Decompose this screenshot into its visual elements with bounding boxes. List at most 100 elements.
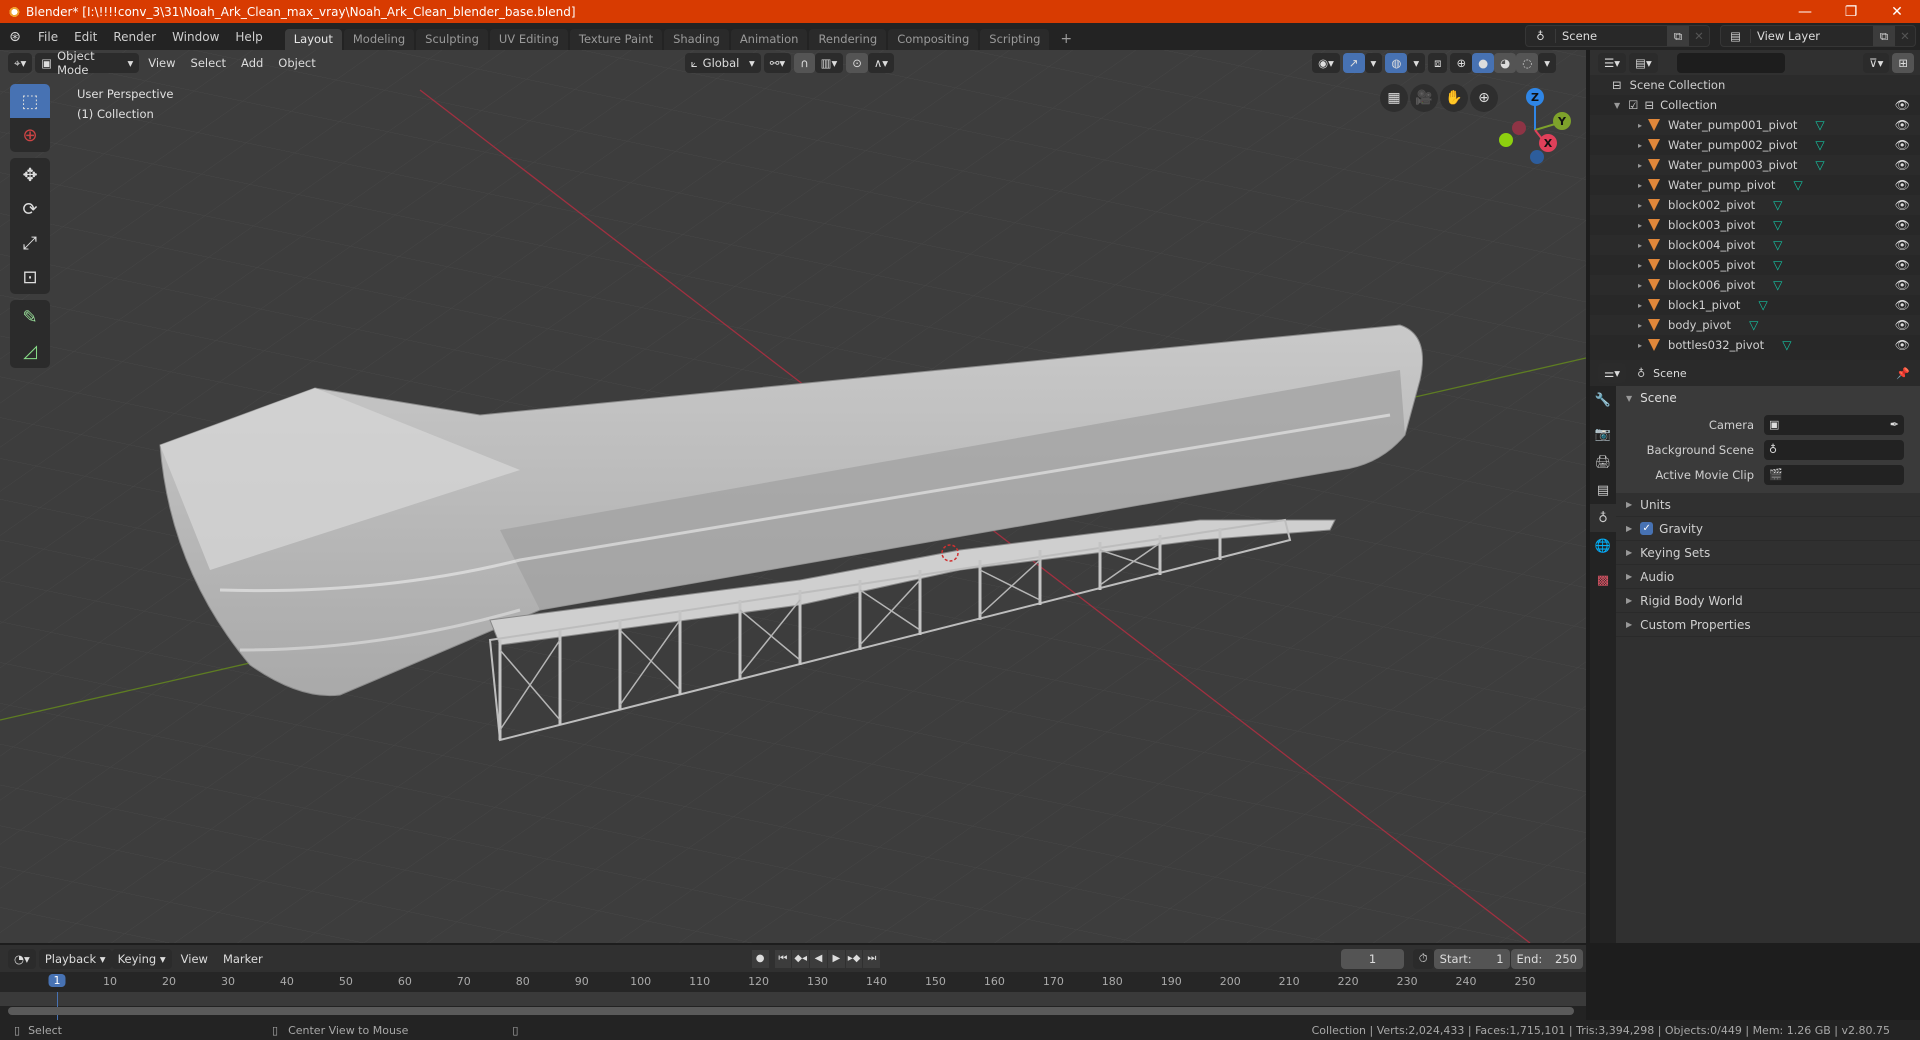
timeline-view-menu[interactable]: View (175, 949, 214, 969)
outliner-item[interactable]: ▸ block002_pivot ▽ 👁 (1590, 195, 1920, 215)
shading-material[interactable]: ◕ (1494, 53, 1517, 73)
overlays-toggle[interactable]: ◍ (1385, 53, 1408, 73)
tool-annotate[interactable]: ✎ (10, 300, 50, 334)
tab-layout[interactable]: Layout (284, 29, 342, 50)
outliner-collection[interactable]: ▼ ☑ ⊟ Collection 👁 (1590, 95, 1920, 115)
visibility-eye-icon[interactable]: 👁 (1895, 98, 1910, 112)
outliner-item[interactable]: ▸ block003_pivot ▽ 👁 (1590, 215, 1920, 235)
mesh-data-icon[interactable]: ▽ (1773, 278, 1782, 292)
close-button[interactable]: ✕ (1874, 0, 1920, 23)
expand-triangle-icon[interactable]: ▸ (1638, 161, 1642, 170)
tab-scene[interactable]: ♁ (1590, 504, 1616, 532)
expand-triangle-icon[interactable]: ▸ (1638, 341, 1642, 350)
mesh-data-icon[interactable]: ▽ (1773, 198, 1782, 212)
expand-triangle-icon[interactable]: ▸ (1638, 281, 1642, 290)
play-button[interactable]: ▶ (827, 949, 845, 968)
gizmo-neg-y-axis[interactable] (1499, 133, 1513, 147)
pan-view-button[interactable]: ✋ (1440, 84, 1468, 112)
toggle-ortho-button[interactable]: ▦ (1380, 84, 1408, 112)
expand-triangle-icon[interactable]: ▸ (1638, 181, 1642, 190)
mesh-data-icon[interactable]: ▽ (1815, 138, 1824, 152)
collection-checkbox[interactable]: ☑ (1628, 98, 1638, 112)
new-scene-icon[interactable]: ⧉ (1667, 26, 1689, 46)
expand-triangle-icon[interactable]: ▸ (1638, 321, 1642, 330)
tab-render[interactable]: 📷 (1590, 420, 1616, 448)
gizmo-neg-z-axis[interactable] (1530, 150, 1544, 164)
scene-name-field[interactable]: Scene (1556, 29, 1667, 43)
mesh-data-icon[interactable]: ▽ (1773, 258, 1782, 272)
delete-scene-icon[interactable]: ✕ (1689, 29, 1709, 43)
visibility-eye-icon[interactable]: 👁 (1895, 158, 1910, 172)
current-frame-marker[interactable]: 1 (48, 974, 66, 987)
properties-editor-type[interactable]: ⚌▾ (1598, 363, 1627, 383)
maximize-button[interactable]: ❐ (1828, 0, 1874, 23)
gizmo-z-axis[interactable]: Z (1526, 88, 1544, 106)
menu-view[interactable]: View (142, 53, 181, 73)
record-button[interactable]: ● (751, 949, 769, 968)
outliner-scene-collection[interactable]: ⊟ Scene Collection (1590, 75, 1920, 95)
expand-triangle-icon[interactable]: ▸ (1638, 201, 1642, 210)
shading-wireframe[interactable]: ⊕ (1450, 53, 1473, 73)
minimize-button[interactable]: — (1782, 0, 1828, 23)
shading-rendered[interactable]: ◌ (1516, 53, 1539, 73)
menu-select[interactable]: Select (185, 53, 232, 73)
visibility-eye-icon[interactable]: 👁 (1895, 338, 1910, 352)
visibility-eye-icon[interactable]: 👁 (1895, 198, 1910, 212)
background-scene-field[interactable]: ♁ (1764, 439, 1904, 460)
shading-dropdown[interactable]: ▾ (1538, 53, 1557, 73)
custom-properties-panel[interactable]: ▶ Custom Properties (1616, 613, 1920, 637)
tab-rendering[interactable]: Rendering (809, 29, 887, 50)
delete-view-layer-icon[interactable]: ✕ (1895, 29, 1915, 43)
gizmo-dropdown[interactable]: ▾ (1364, 53, 1383, 73)
preview-range-toggle[interactable]: ⏱ (1412, 948, 1434, 969)
mesh-data-icon[interactable]: ▽ (1782, 338, 1791, 352)
scene-panel-header[interactable]: ▼ Scene (1616, 386, 1920, 410)
visibility-eye-icon[interactable]: 👁 (1895, 178, 1910, 192)
gizmo-toggle[interactable]: ↗ (1342, 53, 1365, 73)
tool-scale[interactable]: ⤢ (10, 226, 50, 260)
new-view-layer-icon[interactable]: ⧉ (1873, 26, 1895, 46)
timeline-scrollbar[interactable] (8, 1007, 1574, 1015)
tool-measure[interactable]: ◿ (10, 334, 50, 368)
tab-output[interactable]: 🖨 (1590, 448, 1616, 476)
timeline-track[interactable] (0, 992, 1586, 1006)
pin-icon[interactable]: 📌 (1896, 367, 1910, 380)
tool-cursor[interactable]: ⊕ (10, 118, 50, 152)
menu-render[interactable]: Render (105, 30, 164, 44)
menu-window[interactable]: Window (164, 30, 227, 44)
tab-shading[interactable]: Shading (664, 29, 729, 50)
expand-triangle-icon[interactable]: ▼ (1614, 101, 1620, 110)
mesh-data-icon[interactable]: ▽ (1773, 238, 1782, 252)
visibility-eye-icon[interactable]: 👁 (1895, 238, 1910, 252)
tab-scripting[interactable]: Scripting (980, 29, 1050, 50)
menu-edit[interactable]: Edit (66, 30, 105, 44)
add-workspace-button[interactable]: + (1051, 29, 1081, 50)
pivot-point-button[interactable]: ⚯▾ (763, 53, 792, 73)
visibility-eye-icon[interactable]: 👁 (1895, 118, 1910, 132)
camera-field[interactable]: ▣ ✒ (1764, 414, 1904, 435)
mesh-data-icon[interactable]: ▽ (1793, 178, 1802, 192)
mesh-data-icon[interactable]: ▽ (1758, 298, 1767, 312)
xray-toggle[interactable]: ⧈ (1428, 53, 1448, 73)
mesh-data-icon[interactable]: ▽ (1749, 318, 1758, 332)
playback-menu[interactable]: Playback ▾ (38, 948, 112, 969)
outliner-item[interactable]: ▸ Water_pump002_pivot ▽ 👁 (1590, 135, 1920, 155)
tab-texture[interactable]: ▩ (1590, 566, 1616, 594)
tab-animation[interactable]: Animation (730, 29, 808, 50)
expand-triangle-icon[interactable]: ▸ (1638, 241, 1642, 250)
snap-target-button[interactable]: ▥▾ (814, 53, 844, 73)
outliner-editor-type[interactable]: ☰▾ (1598, 52, 1627, 73)
play-reverse-button[interactable]: ◀ (810, 949, 827, 968)
outliner-item[interactable]: ▸ block004_pivot ▽ 👁 (1590, 235, 1920, 255)
visibility-eye-icon[interactable]: 👁 (1895, 218, 1910, 232)
transform-orientation-selector[interactable]: ⟀ Global ▾ (684, 53, 761, 73)
tab-sculpting[interactable]: Sculpting (416, 29, 488, 50)
expand-triangle-icon[interactable]: ▸ (1638, 261, 1642, 270)
snap-toggle[interactable]: ∩ (794, 53, 815, 73)
gravity-panel[interactable]: ▶ ✓ Gravity (1616, 517, 1920, 541)
mode-selector[interactable]: ▣ Object Mode ▾ (35, 50, 140, 77)
3d-viewport[interactable]: ⌖▾ ▣ Object Mode ▾ View Select Add Object … (0, 50, 1586, 943)
proportional-edit-toggle[interactable]: ⊙ (846, 53, 868, 73)
gizmo-y-axis[interactable]: Y (1553, 112, 1571, 130)
tab-world[interactable]: 🌐 (1590, 532, 1616, 560)
